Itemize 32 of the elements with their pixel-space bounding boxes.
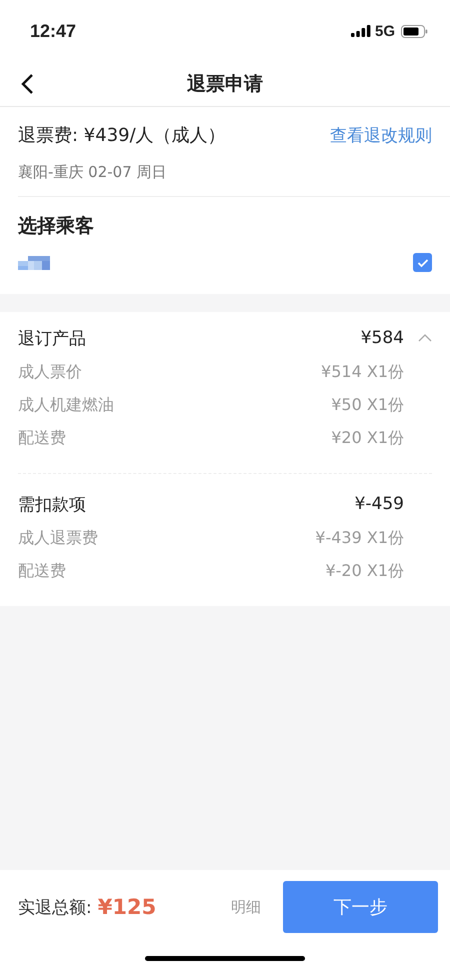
section-title: 选择乘客 (17, 214, 95, 239)
refund-fee: 退票费: ¥439/人（成人） (18, 124, 226, 147)
group-title: 需扣款项 (18, 494, 87, 516)
fee-item-amount: ¥-20 X1份 (325, 561, 404, 582)
fee-item-amount: ¥50 X1份 (331, 395, 404, 416)
route-info: 襄阳-重庆 02-07 周日 (18, 163, 168, 183)
total-label: 实退总额: (18, 896, 92, 918)
details-link[interactable]: 明细 (231, 898, 261, 916)
refund-total: ¥125 (98, 895, 158, 919)
blurred-name (18, 256, 50, 270)
group-title: 退订产品 (18, 328, 87, 350)
page-title: 退票申请 (187, 73, 263, 95)
fee-item-label: 成人退票费 (18, 528, 99, 549)
checkmark-icon (416, 258, 428, 268)
fee-item-label: 成人票价 (18, 362, 83, 383)
rules-link[interactable]: 查看退改规则 (330, 124, 432, 146)
network-label: 5G (374, 22, 395, 40)
collapse-icon[interactable] (418, 333, 432, 343)
signal-icon (350, 25, 371, 37)
next-button[interactable]: 下一步 (283, 881, 438, 933)
fee-item-label: 配送费 (18, 561, 67, 582)
passenger-checkbox[interactable] (413, 253, 432, 272)
battery-icon (401, 24, 428, 38)
status-time: 12:47 (30, 20, 78, 42)
fee-item-label: 成人机建燃油 (18, 395, 115, 416)
group-total: ¥584 (360, 328, 404, 348)
fee-item-amount: ¥514 X1份 (321, 362, 404, 383)
back-icon[interactable] (20, 73, 34, 95)
fee-item-amount: ¥-439 X1份 (315, 528, 404, 549)
fee-item-amount: ¥20 X1份 (331, 428, 404, 449)
group-total: ¥-459 (354, 494, 404, 514)
fee-item-label: 配送费 (18, 428, 67, 449)
